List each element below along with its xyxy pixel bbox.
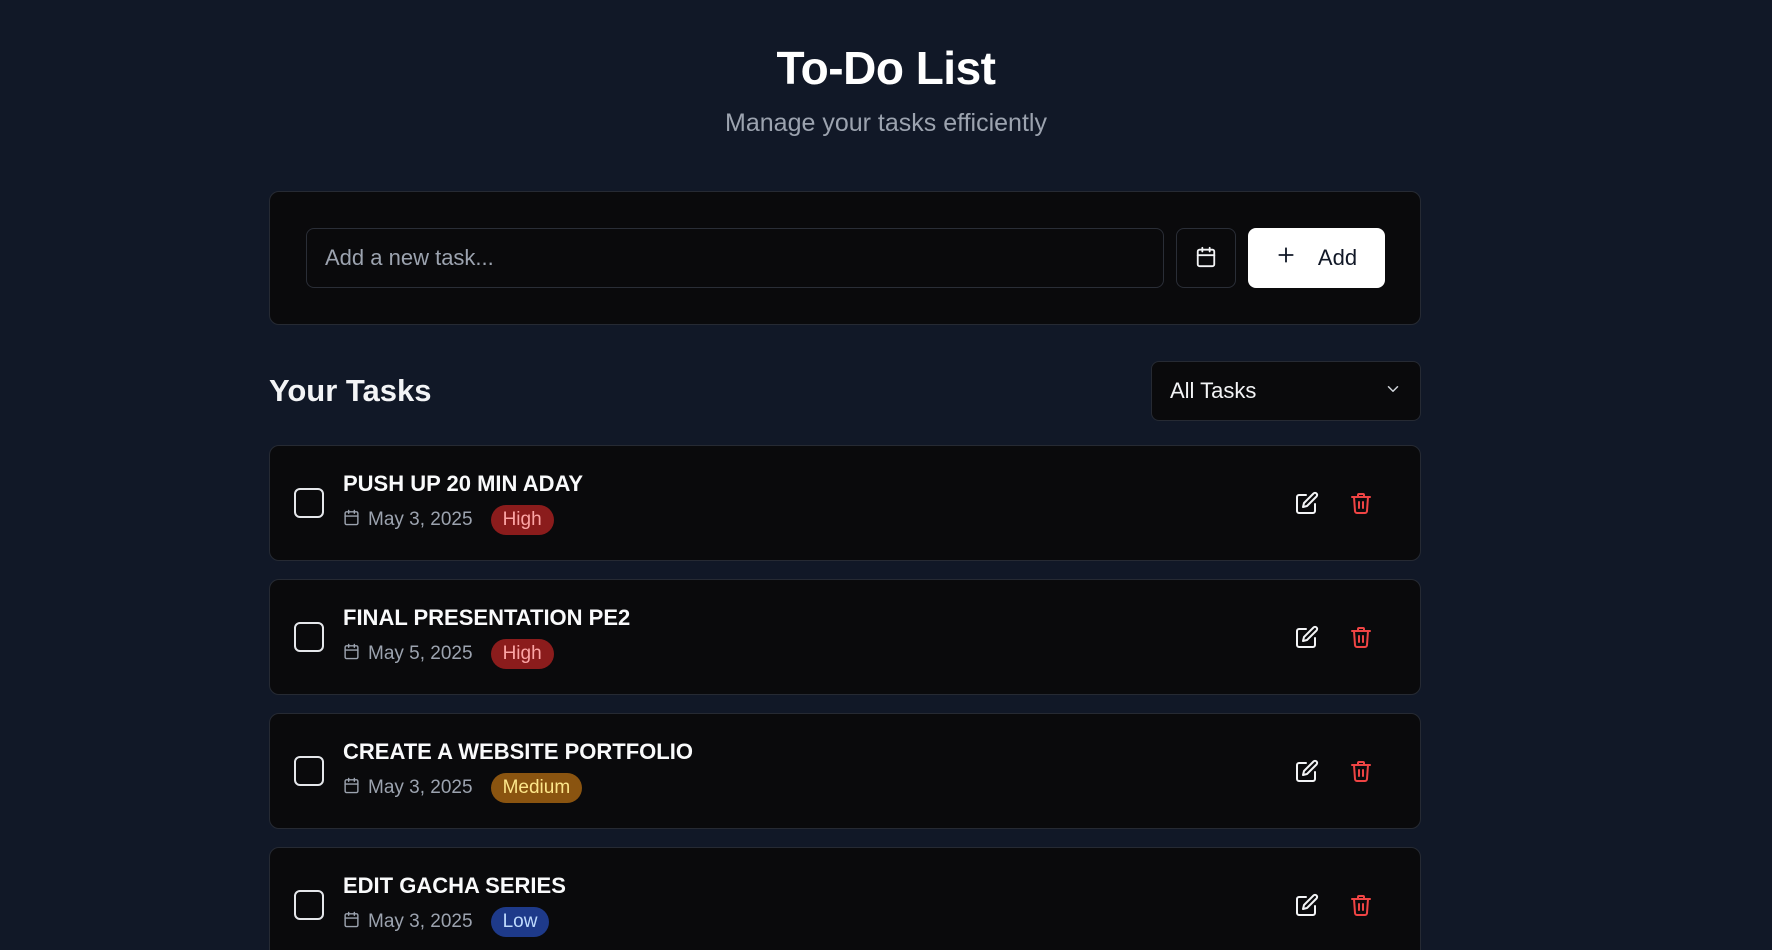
task-actions — [1294, 624, 1374, 650]
delete-icon[interactable] — [1348, 892, 1374, 918]
todo-page: To-Do List Manage your tasks efficiently — [0, 0, 1772, 950]
date-picker-button[interactable] — [1176, 228, 1236, 288]
edit-icon[interactable] — [1294, 892, 1320, 918]
task-body: FINAL PRESENTATION PE2 May 5, 2025 High — [343, 605, 1294, 669]
task-filter-select[interactable]: All Tasks — [1151, 361, 1421, 421]
page-title: To-Do List — [776, 42, 996, 94]
task-actions — [1294, 758, 1374, 784]
delete-icon[interactable] — [1348, 758, 1374, 784]
plus-icon — [1276, 245, 1296, 271]
task-date: May 3, 2025 — [368, 777, 473, 798]
priority-badge: High — [490, 639, 554, 669]
task-meta: May 3, 2025 Low — [343, 907, 1294, 937]
edit-icon[interactable] — [1294, 624, 1320, 650]
task-checkbox[interactable] — [294, 756, 324, 786]
task-title: FINAL PRESENTATION PE2 — [343, 605, 631, 630]
task-body: PUSH UP 20 MIN ADAY May 3, 2025 High — [343, 471, 1294, 535]
new-task-input[interactable] — [306, 228, 1164, 288]
add-button-label: Add — [1317, 245, 1358, 270]
task-title: PUSH UP 20 MIN ADAY — [343, 471, 584, 496]
task-body: EDIT GACHA SERIES May 3, 2025 Low — [343, 873, 1294, 937]
task-list: PUSH UP 20 MIN ADAY May 3, 2025 High FIN… — [269, 445, 1421, 950]
task-item: CREATE A WEBSITE PORTFOLIO May 3, 2025 M… — [269, 713, 1421, 829]
task-item: EDIT GACHA SERIES May 3, 2025 Low — [269, 847, 1421, 950]
task-item: PUSH UP 20 MIN ADAY May 3, 2025 High — [269, 445, 1421, 561]
calendar-icon — [343, 643, 360, 666]
calendar-icon — [1195, 246, 1217, 271]
calendar-icon — [343, 911, 360, 934]
task-actions — [1294, 892, 1374, 918]
page-subtitle: Manage your tasks efficiently — [725, 109, 1047, 137]
task-date: May 3, 2025 — [368, 911, 473, 932]
priority-badge: Medium — [490, 773, 583, 803]
chevron-down-icon — [1384, 378, 1402, 404]
task-checkbox[interactable] — [294, 890, 324, 920]
task-date: May 3, 2025 — [368, 509, 473, 530]
add-task-button[interactable]: Add — [1248, 228, 1385, 288]
task-title: CREATE A WEBSITE PORTFOLIO — [343, 739, 693, 764]
edit-icon[interactable] — [1294, 490, 1320, 516]
calendar-icon — [343, 777, 360, 800]
calendar-icon — [343, 509, 360, 532]
priority-badge: High — [490, 505, 554, 535]
task-actions — [1294, 490, 1374, 516]
task-date: May 5, 2025 — [368, 643, 473, 664]
priority-badge: Low — [490, 907, 550, 937]
edit-icon[interactable] — [1294, 758, 1320, 784]
delete-icon[interactable] — [1348, 624, 1374, 650]
task-checkbox[interactable] — [294, 488, 324, 518]
task-body: CREATE A WEBSITE PORTFOLIO May 3, 2025 M… — [343, 739, 1294, 803]
filter-selected-value: All Tasks — [1170, 378, 1257, 403]
delete-icon[interactable] — [1348, 490, 1374, 516]
tasks-section-header: Your Tasks All Tasks — [269, 361, 1421, 421]
task-meta: May 3, 2025 Medium — [343, 773, 1294, 803]
task-meta: May 3, 2025 High — [343, 505, 1294, 535]
tasks-section-title: Your Tasks — [269, 373, 432, 408]
add-task-card: Add — [269, 191, 1421, 325]
task-title: EDIT GACHA SERIES — [343, 873, 566, 898]
task-meta: May 5, 2025 High — [343, 639, 1294, 669]
task-checkbox[interactable] — [294, 622, 324, 652]
page-header: To-Do List Manage your tasks efficiently — [0, 0, 1772, 138]
task-item: FINAL PRESENTATION PE2 May 5, 2025 High — [269, 579, 1421, 695]
